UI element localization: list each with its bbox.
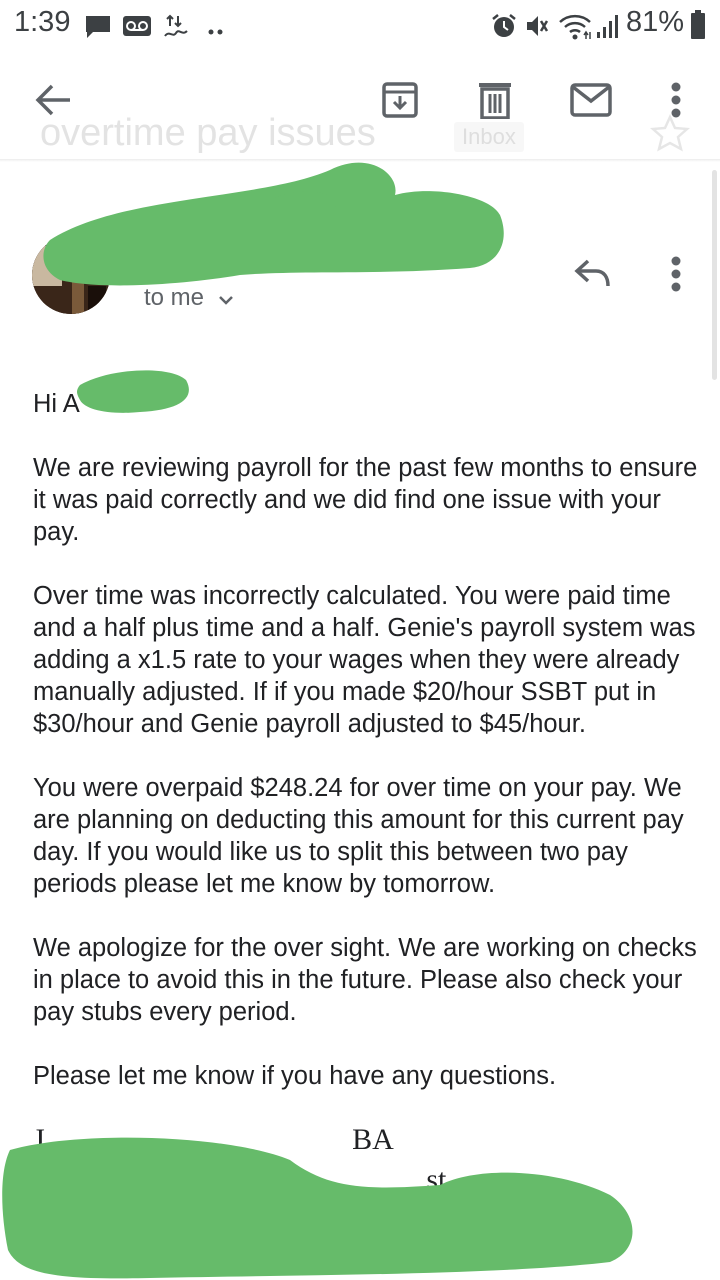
signature-redaction [2, 1137, 633, 1279]
sender-name-redaction [43, 162, 504, 286]
greeting-name-redaction [77, 370, 189, 413]
redaction-overlay [2, 162, 633, 1279]
